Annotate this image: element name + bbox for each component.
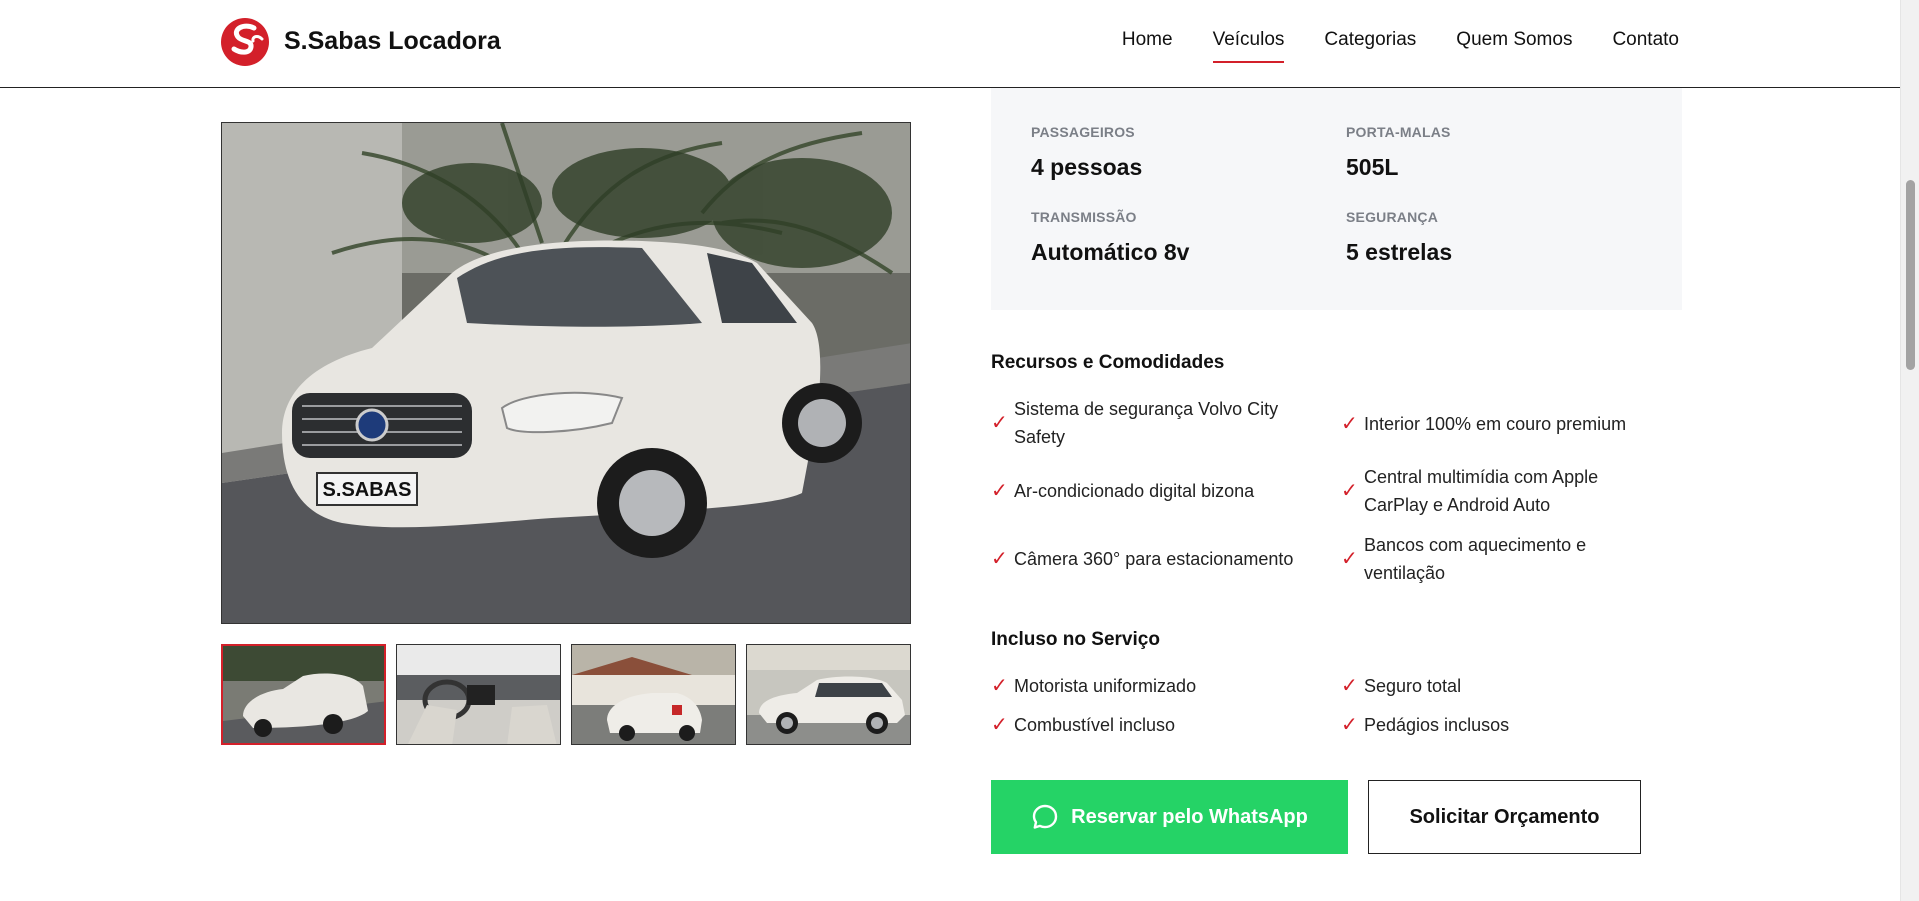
check-icon: ✓ — [991, 412, 1008, 434]
spec-trunk: PORTA-MALAS 505L — [1346, 124, 1451, 181]
nav-veiculos[interactable]: Veículos — [1212, 29, 1284, 63]
scrollbar-thumb[interactable] — [1906, 180, 1915, 370]
thumbnail-interior[interactable] — [396, 644, 561, 745]
nav-quem-somos[interactable]: Quem Somos — [1456, 29, 1572, 59]
feature-item: ✓ Interior 100% em couro premium — [1341, 410, 1626, 438]
feature-line: Interior 100% em couro premium — [1364, 414, 1627, 434]
check-icon: ✓ — [1341, 714, 1358, 736]
thumbnail-front[interactable] — [221, 644, 386, 745]
feature-line: Ar-condicionado digital bizona — [1014, 481, 1255, 501]
whatsapp-button-label: Reservar pelo WhatsApp — [1071, 805, 1308, 828]
spec-value: 5 estrelas — [1346, 239, 1453, 265]
feature-item: ✓ Sistema de segurança Volvo City Safety — [991, 395, 1278, 451]
included-item: ✓ Combustível incluso — [991, 711, 1175, 739]
request-quote-button[interactable]: Solicitar Orçamento — [1368, 780, 1641, 854]
page-scrollbar[interactable] — [1900, 0, 1919, 901]
whatsapp-icon — [1032, 804, 1058, 829]
features-title: Recursos e Comodidades — [991, 352, 1225, 373]
whatsapp-reserve-button[interactable]: Reservar pelo WhatsApp — [991, 780, 1348, 854]
vehicle-main-image[interactable]: S.SABAS — [221, 122, 911, 624]
included-label: Combustível incluso — [1014, 715, 1176, 735]
spec-safety: SEGURANÇA 5 estrelas — [1346, 209, 1452, 266]
included-item: ✓ Motorista uniformizado — [991, 672, 1196, 700]
quote-button-label: Solicitar Orçamento — [1409, 805, 1600, 828]
feature-item: ✓ Bancos com aquecimento e ventilação — [1341, 531, 1586, 587]
check-icon: ✓ — [991, 548, 1008, 570]
spec-value: 505L — [1346, 154, 1399, 180]
license-plate: S.SABAS — [323, 479, 412, 501]
included-label: Motorista uniformizado — [1014, 676, 1197, 696]
included-label: Seguro total — [1364, 676, 1462, 696]
main-nav: Home Veículos Categorias Quem Somos Cont… — [1122, 29, 1679, 63]
spec-label: PORTA-MALAS — [1346, 124, 1451, 140]
feature-item: ✓ Ar-condicionado digital bizona — [991, 477, 1254, 505]
check-icon: ✓ — [1341, 548, 1358, 570]
spec-transmission: TRANSMISSÃO Automático 8v — [1031, 209, 1189, 266]
spec-value: Automático 8v — [1031, 239, 1190, 265]
spec-label: TRANSMISSÃO — [1031, 209, 1137, 225]
check-icon: ✓ — [991, 480, 1008, 502]
nav-contato[interactable]: Contato — [1612, 29, 1679, 59]
spec-passengers: PASSAGEIROS 4 pessoas — [1031, 124, 1142, 181]
included-item: ✓ Pedágios inclusos — [1341, 711, 1509, 739]
check-icon: ✓ — [1341, 480, 1358, 502]
feature-item: ✓ Câmera 360° para estacionamento — [991, 545, 1293, 573]
feature-line: Central multimídia com Apple — [1364, 467, 1599, 487]
thumbnail-strip — [221, 644, 911, 745]
check-icon: ✓ — [1341, 413, 1358, 435]
check-icon: ✓ — [1341, 675, 1358, 697]
spec-value: 4 pessoas — [1031, 154, 1143, 180]
check-icon: ✓ — [991, 714, 1008, 736]
thumbnail-side[interactable] — [746, 644, 911, 745]
feature-line: Câmera 360° para estacionamento — [1014, 549, 1294, 569]
included-label: Pedágios inclusos — [1364, 715, 1510, 735]
feature-line: Bancos com aquecimento e — [1364, 535, 1587, 555]
nav-home[interactable]: Home — [1122, 29, 1173, 59]
specs-panel: PASSAGEIROS 4 pessoas PORTA-MALAS 505L T… — [991, 88, 1682, 310]
included-item: ✓ Seguro total — [1341, 672, 1461, 700]
check-icon: ✓ — [991, 675, 1008, 697]
spec-label: SEGURANÇA — [1346, 209, 1439, 225]
spec-label: PASSAGEIROS — [1031, 124, 1135, 140]
feature-line: CarPlay e Android Auto — [1364, 495, 1551, 515]
feature-line: Safety — [1014, 427, 1066, 447]
feature-line: Sistema de segurança Volvo City — [1014, 399, 1279, 419]
thumbnail-rear[interactable] — [571, 644, 736, 745]
site-header: S.Sabas Locadora Home Veículos Categoria… — [0, 0, 1900, 88]
feature-line: ventilação — [1364, 563, 1446, 583]
nav-categorias[interactable]: Categorias — [1324, 29, 1416, 59]
included-title: Incluso no Serviço — [991, 629, 1160, 650]
ss-logo-icon[interactable] — [220, 17, 270, 67]
brand-name[interactable]: S.Sabas Locadora — [284, 27, 501, 56]
feature-item: ✓ Central multimídia com Apple CarPlay e … — [1341, 463, 1598, 519]
